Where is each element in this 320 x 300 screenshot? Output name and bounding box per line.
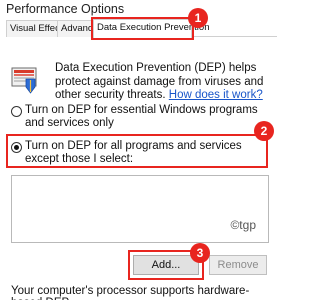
- watermark: ©tgp: [230, 218, 256, 232]
- highlight-box-2: [6, 134, 268, 168]
- dep-shield-icon: [11, 67, 37, 94]
- essential-dep-radio[interactable]: [11, 106, 22, 117]
- step-badge-2: 2: [254, 121, 274, 141]
- how-does-it-work-link[interactable]: How does it work?: [169, 89, 263, 101]
- tab-visual-effects[interactable]: Visual Effects: [6, 20, 67, 37]
- step-badge-3: 3: [190, 243, 210, 263]
- window-title: Performance Options: [6, 2, 125, 16]
- highlight-box-1: [91, 17, 194, 40]
- dep-description-block: Data Execution Prevention (DEP) helps pr…: [55, 62, 270, 103]
- dep-support-status: Your computer's processor supports hardw…: [11, 285, 250, 300]
- step-badge-1: 1: [188, 8, 208, 28]
- tab-advanced[interactable]: Advanced: [57, 20, 103, 37]
- program-exception-list[interactable]: ©tgp: [11, 175, 269, 243]
- remove-button[interactable]: Remove: [209, 255, 267, 275]
- essential-dep-label[interactable]: Turn on DEP for essential Windows progra…: [25, 104, 273, 130]
